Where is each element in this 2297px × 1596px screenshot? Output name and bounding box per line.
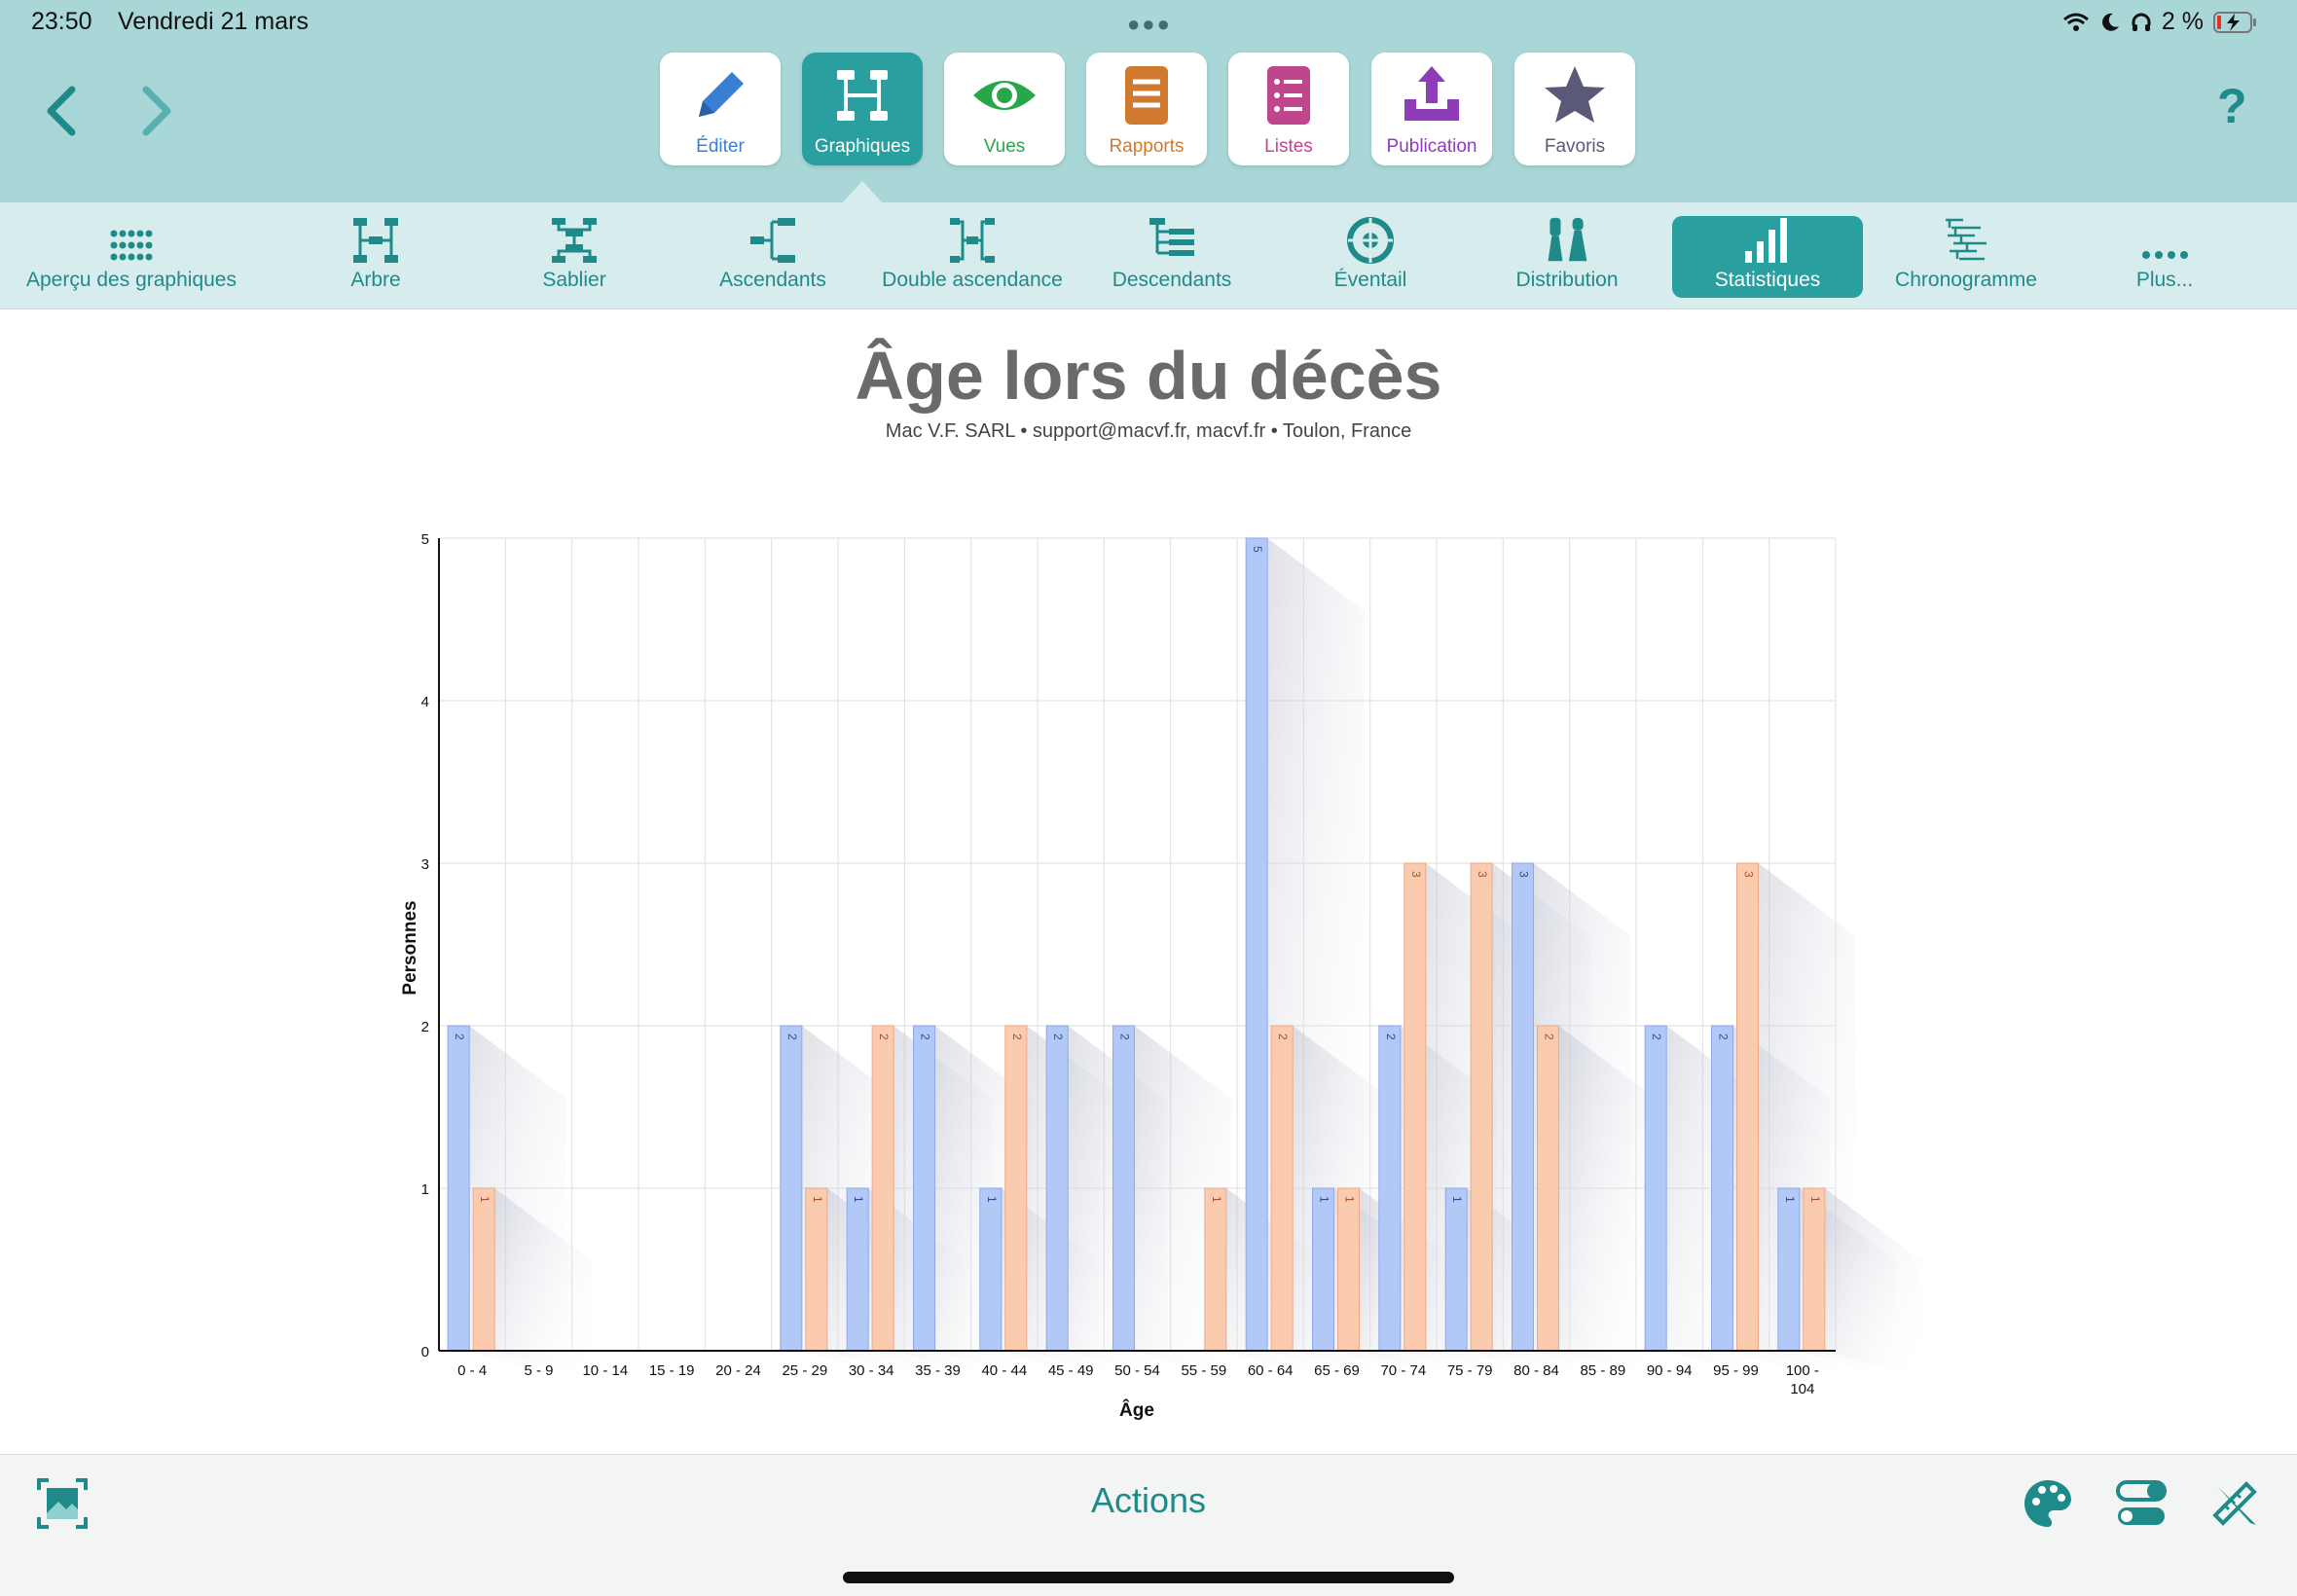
y-tick-label: 1 bbox=[421, 1181, 429, 1198]
bar-value-label: 3 bbox=[1409, 871, 1423, 878]
bar bbox=[1803, 1187, 1826, 1352]
x-tick-label: 100 - bbox=[1786, 1362, 1819, 1379]
bar bbox=[1444, 1187, 1468, 1352]
x-axis-label: Âge bbox=[1119, 1399, 1154, 1421]
bar bbox=[1378, 1025, 1402, 1352]
x-tick-label: 20 - 24 bbox=[715, 1362, 761, 1379]
x-tick-label: 30 - 34 bbox=[849, 1362, 894, 1379]
bar bbox=[1711, 1025, 1733, 1352]
bar bbox=[871, 1025, 894, 1352]
x-tick-label: 0 - 4 bbox=[457, 1362, 487, 1379]
bar-value-label: 2 bbox=[1051, 1034, 1065, 1040]
bar-value-label: 2 bbox=[1650, 1034, 1663, 1040]
bar bbox=[1644, 1025, 1667, 1352]
bar bbox=[1312, 1187, 1334, 1352]
bar-value-label: 3 bbox=[1517, 871, 1531, 878]
bar bbox=[1004, 1025, 1028, 1352]
bar bbox=[1736, 862, 1759, 1352]
bar bbox=[979, 1187, 1003, 1352]
x-tick-label: 70 - 74 bbox=[1380, 1362, 1426, 1379]
x-tick-label: 75 - 79 bbox=[1447, 1362, 1493, 1379]
y-tick-label: 0 bbox=[421, 1344, 429, 1360]
bar bbox=[1112, 1025, 1135, 1352]
x-tick-label: 85 - 89 bbox=[1580, 1362, 1625, 1379]
bar bbox=[1270, 1025, 1294, 1352]
bar-value-label: 2 bbox=[1010, 1034, 1024, 1040]
bar-value-label: 3 bbox=[1476, 871, 1489, 878]
bar-value-label: 1 bbox=[1808, 1196, 1822, 1203]
bar-value-label: 5 bbox=[1251, 546, 1264, 553]
bar bbox=[1777, 1187, 1801, 1352]
x-tick-label: 5 - 9 bbox=[524, 1362, 553, 1379]
bar-value-label: 1 bbox=[1318, 1196, 1331, 1203]
bar-value-label: 1 bbox=[852, 1196, 865, 1203]
bar bbox=[447, 1025, 470, 1352]
bar bbox=[913, 1025, 935, 1352]
bar-value-label: 3 bbox=[1742, 871, 1756, 878]
bar bbox=[472, 1187, 495, 1352]
x-tick-label: 95 - 99 bbox=[1713, 1362, 1759, 1379]
bar-value-label: 1 bbox=[478, 1196, 492, 1203]
x-tick-label: 40 - 44 bbox=[981, 1362, 1027, 1379]
x-tick-label: 60 - 64 bbox=[1248, 1362, 1294, 1379]
x-tick-label: 80 - 84 bbox=[1513, 1362, 1559, 1379]
bar bbox=[1512, 862, 1534, 1352]
x-tick-label: 90 - 94 bbox=[1647, 1362, 1693, 1379]
x-tick-label: 45 - 49 bbox=[1048, 1362, 1094, 1379]
bar-value-label: 2 bbox=[1543, 1034, 1556, 1040]
x-tick-label: 25 - 29 bbox=[782, 1362, 827, 1379]
x-tick-label: 15 - 19 bbox=[649, 1362, 695, 1379]
bar-value-label: 1 bbox=[1210, 1196, 1223, 1203]
bar-value-label: 2 bbox=[919, 1034, 932, 1040]
toggles-icon[interactable] bbox=[2114, 1476, 2169, 1531]
age-at-death-chart: 2 2 1 2 1 2 2 5 1 2 1 3 2 2 1 1 1 2 2 1 2 1 3 3 2 3 1 0 1 2 3 4 5 0 - 4 5… bbox=[400, 531, 1922, 1421]
x-tick-label: 50 - 54 bbox=[1114, 1362, 1160, 1379]
bar-value-label: 2 bbox=[1717, 1034, 1731, 1040]
bar bbox=[780, 1025, 803, 1352]
bar-value-label: 2 bbox=[1276, 1034, 1290, 1040]
home-indicator[interactable] bbox=[843, 1572, 1454, 1583]
bottom-toolbar: Actions bbox=[0, 1454, 2297, 1596]
bar bbox=[805, 1187, 828, 1352]
bar bbox=[846, 1187, 869, 1352]
bar-value-label: 2 bbox=[453, 1034, 466, 1040]
bar-value-label: 1 bbox=[1343, 1196, 1357, 1203]
y-tick-label: 3 bbox=[421, 856, 429, 873]
bar bbox=[1470, 862, 1493, 1352]
bar bbox=[1404, 862, 1427, 1352]
bar-value-label: 2 bbox=[877, 1034, 891, 1040]
bar-value-label: 2 bbox=[1384, 1034, 1398, 1040]
bar bbox=[1537, 1025, 1559, 1352]
bar-value-label: 1 bbox=[811, 1196, 824, 1203]
bar-value-label: 2 bbox=[1118, 1034, 1132, 1040]
bar bbox=[1045, 1025, 1069, 1352]
bar-value-label: 2 bbox=[785, 1034, 799, 1040]
y-tick-label: 4 bbox=[421, 694, 429, 710]
actions-button[interactable]: Actions bbox=[0, 1480, 2297, 1521]
bar bbox=[1204, 1187, 1227, 1352]
y-tick-label: 5 bbox=[421, 531, 429, 548]
bar-value-label: 1 bbox=[1450, 1196, 1464, 1203]
x-tick-label: 10 - 14 bbox=[582, 1362, 628, 1379]
x-tick-label: 35 - 39 bbox=[915, 1362, 961, 1379]
bar-value-label: 1 bbox=[985, 1196, 999, 1203]
bar-value-label: 1 bbox=[1783, 1196, 1797, 1203]
x-tick-label: 65 - 69 bbox=[1314, 1362, 1360, 1379]
bar bbox=[1337, 1187, 1360, 1352]
y-tick-label: 2 bbox=[421, 1019, 429, 1035]
x-tick-label: 104 bbox=[1790, 1381, 1814, 1397]
y-axis-label: Personnes bbox=[400, 900, 420, 995]
ruler-pencil-icon[interactable] bbox=[2207, 1476, 2262, 1531]
bar bbox=[1245, 537, 1268, 1352]
x-tick-label: 55 - 59 bbox=[1181, 1362, 1226, 1379]
bar-shadow bbox=[1824, 1188, 1922, 1380]
palette-icon[interactable] bbox=[2021, 1476, 2075, 1531]
